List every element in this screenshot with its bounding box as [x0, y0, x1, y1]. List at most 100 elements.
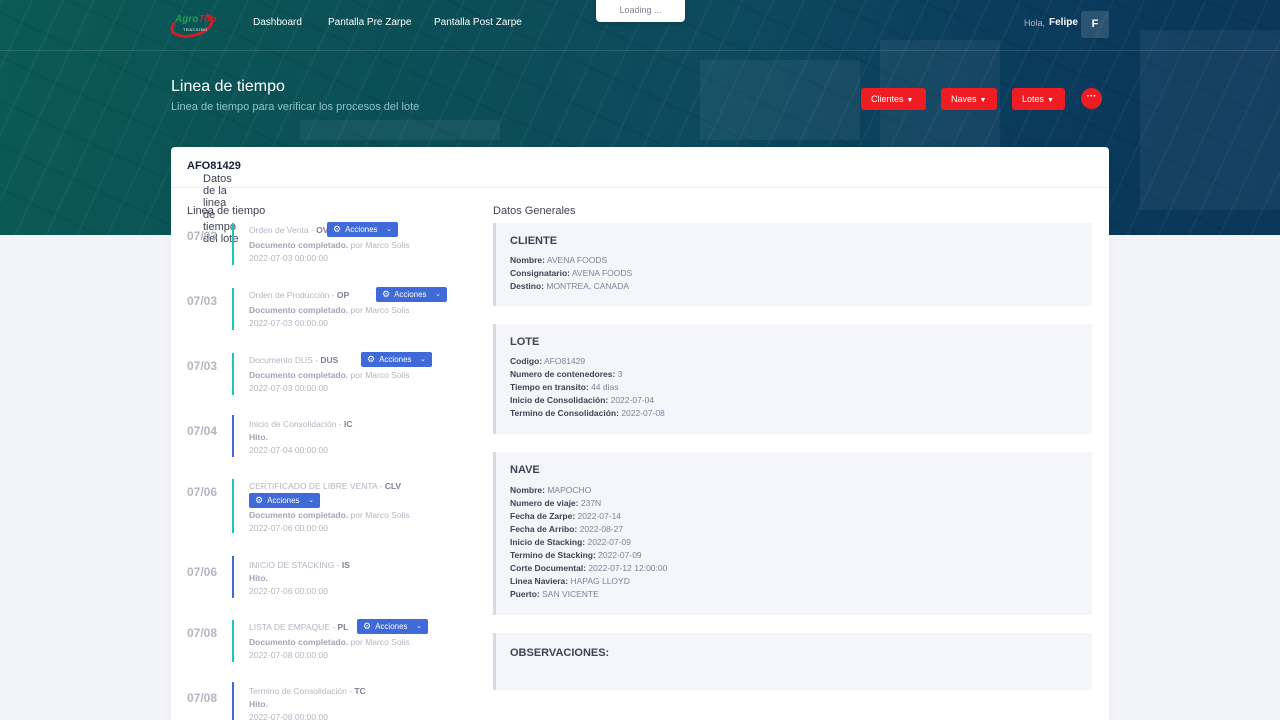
- acciones-button[interactable]: ⚙ Acciones ⌄: [361, 352, 432, 367]
- timeline-event-title: INICIO DE STACKING - IS: [249, 560, 350, 570]
- timeline-date: 07/08: [187, 691, 218, 705]
- lotes-dropdown[interactable]: Lotes ▼: [1012, 88, 1065, 110]
- timeline-status: Hito.: [249, 573, 268, 583]
- timeline-timestamp: 2022-07-06 00:00:00: [249, 586, 328, 596]
- timeline-marker: [232, 353, 234, 395]
- acciones-label: Acciones: [345, 225, 378, 234]
- nave-field: Linea Naviera: HAPAG LLOYD: [510, 576, 630, 586]
- timeline-heading: Linea de tiempo: [187, 205, 266, 217]
- nav-dashboard[interactable]: Dashboard: [253, 17, 302, 28]
- chevron-down-icon: ▼: [906, 97, 914, 104]
- page-subtitle: Linea de tiempo para verificar los proce…: [171, 101, 420, 113]
- lotes-label: Lotes: [1022, 94, 1045, 104]
- timeline-marker: [232, 415, 234, 457]
- timeline-date: 07/04: [187, 424, 218, 438]
- timeline-status: Documento completado. por Marco Solis: [249, 240, 410, 250]
- timeline-timestamp: 2022-07-04 00:00:00: [249, 445, 328, 455]
- lote-field: Inicio de Consolidación: 2022-07-04: [510, 395, 655, 405]
- banner-shape: [1140, 30, 1280, 210]
- timeline-status: Hito.: [249, 432, 268, 442]
- cliente-panel: CLIENTE Nombre: AVENA FOODS Consignatari…: [493, 223, 1092, 306]
- gear-icon: ⚙: [367, 354, 376, 364]
- chevron-down-icon: ⌄: [386, 226, 392, 233]
- nave-field: Numero de viaje: 237N: [510, 498, 602, 508]
- banner-shape: [300, 120, 500, 140]
- timeline-timestamp: 2022-07-08 00:00:00: [249, 712, 328, 720]
- chevron-down-icon: ▼: [979, 97, 987, 104]
- naves-dropdown[interactable]: Naves ▼: [941, 88, 997, 110]
- more-options-button[interactable]: ···: [1081, 88, 1102, 109]
- timeline-event-title: Orden de Producción - OP: [249, 290, 350, 300]
- observaciones-title: OBSERVACIONES:: [510, 647, 610, 659]
- timeline-date: 07/06: [187, 565, 218, 579]
- timeline-date: 07/03: [187, 294, 218, 308]
- general-data-heading: Datos Generales: [493, 205, 576, 217]
- acciones-button[interactable]: ⚙ Acciones ⌄: [376, 287, 447, 302]
- logo-wordmark: AgroTop: [175, 14, 217, 25]
- timeline-timestamp: 2022-07-03 00:00:00: [249, 383, 328, 393]
- timeline-timestamp: 2022-07-06 00:00:00: [249, 523, 328, 533]
- timeline-timestamp: 2022-07-03 00:00:00: [249, 318, 328, 328]
- acciones-label: Acciones: [379, 355, 412, 364]
- timeline-marker: [232, 223, 234, 265]
- loading-indicator: Loading ...: [596, 0, 685, 22]
- timeline-marker: [232, 479, 234, 533]
- chevron-down-icon: ⌄: [308, 497, 314, 504]
- timeline-event-title: CERTIFICADO DE LIBRE VENTA - CLV: [249, 481, 402, 491]
- banner-shape: [700, 60, 860, 140]
- timeline-status: Documento completado. por Marco Solis: [249, 370, 410, 380]
- clientes-label: Clientes: [871, 94, 904, 104]
- timeline-event-title: LISTA DE EMPAQUE - PL: [249, 622, 349, 632]
- nave-field: Corte Documental: 2022-07-12 12:00:00: [510, 563, 668, 573]
- lote-field: Numero de contenedores: 3: [510, 369, 623, 379]
- user-name[interactable]: Felipe: [1049, 17, 1078, 28]
- observaciones-panel: OBSERVACIONES:: [493, 633, 1092, 690]
- page-title: Linea de tiempo: [171, 78, 285, 95]
- acciones-button[interactable]: ⚙ Acciones ⌄: [327, 222, 398, 237]
- nave-field: Puerto: SAN VICENTE: [510, 589, 599, 599]
- timeline-timestamp: 2022-07-03 00:00:00: [249, 253, 328, 263]
- chevron-down-icon: ⌄: [416, 623, 422, 630]
- cliente-field: Destino: MONTREA, CANADA: [510, 281, 630, 291]
- chevron-down-icon: ⌄: [435, 291, 441, 298]
- timeline-marker: [232, 556, 234, 598]
- timeline-status: Hito.: [249, 699, 268, 709]
- timeline-timestamp: 2022-07-08 00:00:00: [249, 650, 328, 660]
- acciones-label: Acciones: [267, 496, 300, 505]
- timeline-date: 07/06: [187, 485, 218, 499]
- timeline-marker: [232, 288, 234, 330]
- cliente-title: CLIENTE: [510, 235, 558, 247]
- nav-pantalla-pre-zarpe[interactable]: Pantalla Pre Zarpe: [328, 17, 411, 28]
- app-logo[interactable]: AgroTop TRACKING: [167, 8, 217, 42]
- timeline-status: Documento completado. por Marco Solis: [249, 510, 410, 520]
- timeline-status: Documento completado. por Marco Solis: [249, 637, 410, 647]
- cliente-field: Consignatario: AVENA FOODS: [510, 268, 633, 278]
- timeline-date: 07/08: [187, 626, 218, 640]
- gear-icon: ⚙: [333, 224, 342, 234]
- gear-icon: ⚙: [255, 495, 264, 505]
- timeline-event-title: Orden de Venta - OV: [249, 225, 329, 235]
- card-header: Datos de la linea de tiempo del lote AFO…: [171, 147, 1109, 245]
- lote-field: Tiempo en transito: 44 dias: [510, 382, 619, 392]
- card-title: Datos de la linea de tiempo del lote AFO…: [187, 160, 241, 245]
- timeline-event-title: Documento DUS - DUS: [249, 355, 339, 365]
- timeline-marker: [232, 682, 234, 720]
- nave-field: Fecha de Arribo: 2022-08-27: [510, 524, 624, 534]
- lot-code: AFO81429: [187, 160, 241, 172]
- lote-title: LOTE: [510, 336, 540, 348]
- clientes-dropdown[interactable]: Clientes ▼: [861, 88, 926, 110]
- nave-field: Inicio de Stacking: 2022-07-09: [510, 537, 631, 547]
- timeline-event-title: Inicio de Consolidación - IC: [249, 419, 353, 429]
- nav-pantalla-post-zarpe[interactable]: Pantalla Post Zarpe: [434, 17, 522, 28]
- lote-field: Termino de Consolidación: 2022-07-08: [510, 408, 665, 418]
- nave-title: NAVE: [510, 464, 540, 476]
- lote-field: Codigo: AFO81429: [510, 356, 586, 366]
- acciones-button[interactable]: ⚙ Acciones ⌄: [249, 493, 320, 508]
- acciones-button[interactable]: ⚙ Acciones ⌄: [357, 619, 428, 634]
- cliente-field: Nombre: AVENA FOODS: [510, 255, 608, 265]
- timeline-status: Documento completado. por Marco Solis: [249, 305, 410, 315]
- naves-label: Naves: [951, 94, 977, 104]
- user-avatar[interactable]: F: [1081, 11, 1109, 38]
- timeline-event-title: Termino de Consolidación - TC: [249, 686, 366, 696]
- nave-field: Nombre: MAPOCHO: [510, 485, 592, 495]
